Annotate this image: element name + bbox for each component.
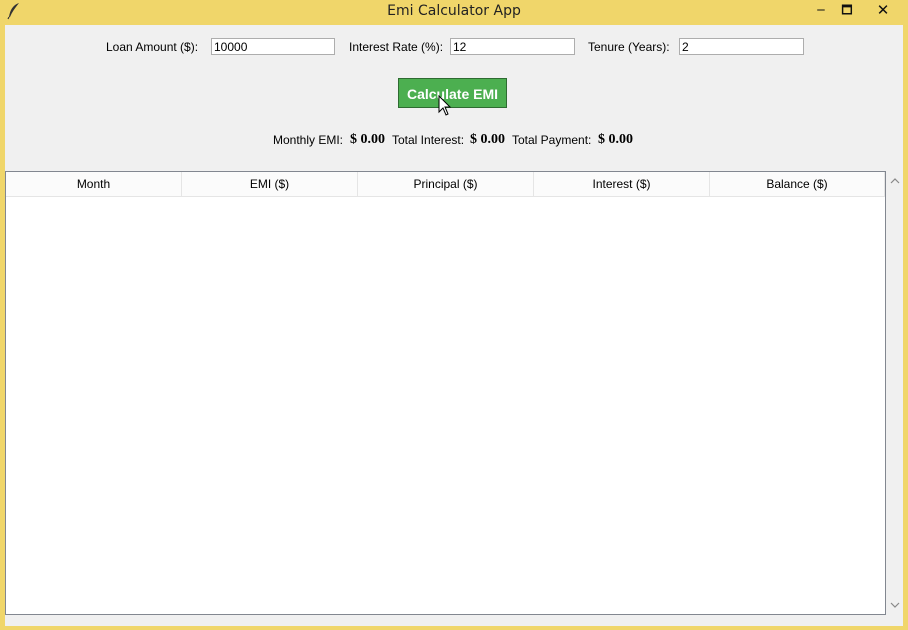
column-header-principal[interactable]: Principal ($) [358, 172, 534, 196]
loan-amount-label: Loan Amount ($): [106, 40, 199, 54]
interest-rate-label: Interest Rate (%): [349, 40, 444, 54]
chevron-down-icon[interactable] [889, 599, 901, 611]
close-button[interactable]: ✕ [860, 0, 906, 20]
app-window: Loan Amount ($): Interest Rate (%): Tenu… [5, 25, 903, 626]
column-header-interest[interactable]: Interest ($) [534, 172, 710, 196]
window-title: Emi Calculator App [387, 3, 521, 19]
minimize-button[interactable]: ‒ [808, 0, 834, 20]
calculate-emi-button[interactable]: Calculate EMI [398, 78, 507, 108]
column-header-emi[interactable]: EMI ($) [182, 172, 358, 196]
mouse-pointer-icon [438, 95, 452, 116]
title-bar[interactable]: Emi Calculator App ‒ 🗖 ✕ [0, 0, 908, 24]
total-interest-label: Total Interest: [392, 133, 465, 147]
monthly-emi-value: $ 0.00 [350, 132, 385, 147]
loan-amount-input[interactable] [211, 38, 335, 55]
column-header-balance[interactable]: Balance ($) [710, 172, 885, 196]
interest-rate-input[interactable] [450, 38, 575, 55]
vertical-scrollbar[interactable] [887, 171, 903, 615]
total-payment-value: $ 0.00 [598, 132, 633, 147]
table-header: Month EMI ($) Principal ($) Interest ($)… [6, 172, 885, 197]
monthly-emi-label: Monthly EMI: [273, 133, 344, 147]
column-header-month[interactable]: Month [6, 172, 182, 196]
amortization-table[interactable]: Month EMI ($) Principal ($) Interest ($)… [5, 171, 886, 615]
tenure-label: Tenure (Years): [588, 40, 670, 54]
total-payment-label: Total Payment: [512, 133, 592, 147]
chevron-up-icon[interactable] [889, 175, 901, 187]
tenure-input[interactable] [679, 38, 804, 55]
total-interest-value: $ 0.00 [470, 132, 505, 147]
maximize-button[interactable]: 🗖 [834, 0, 860, 20]
